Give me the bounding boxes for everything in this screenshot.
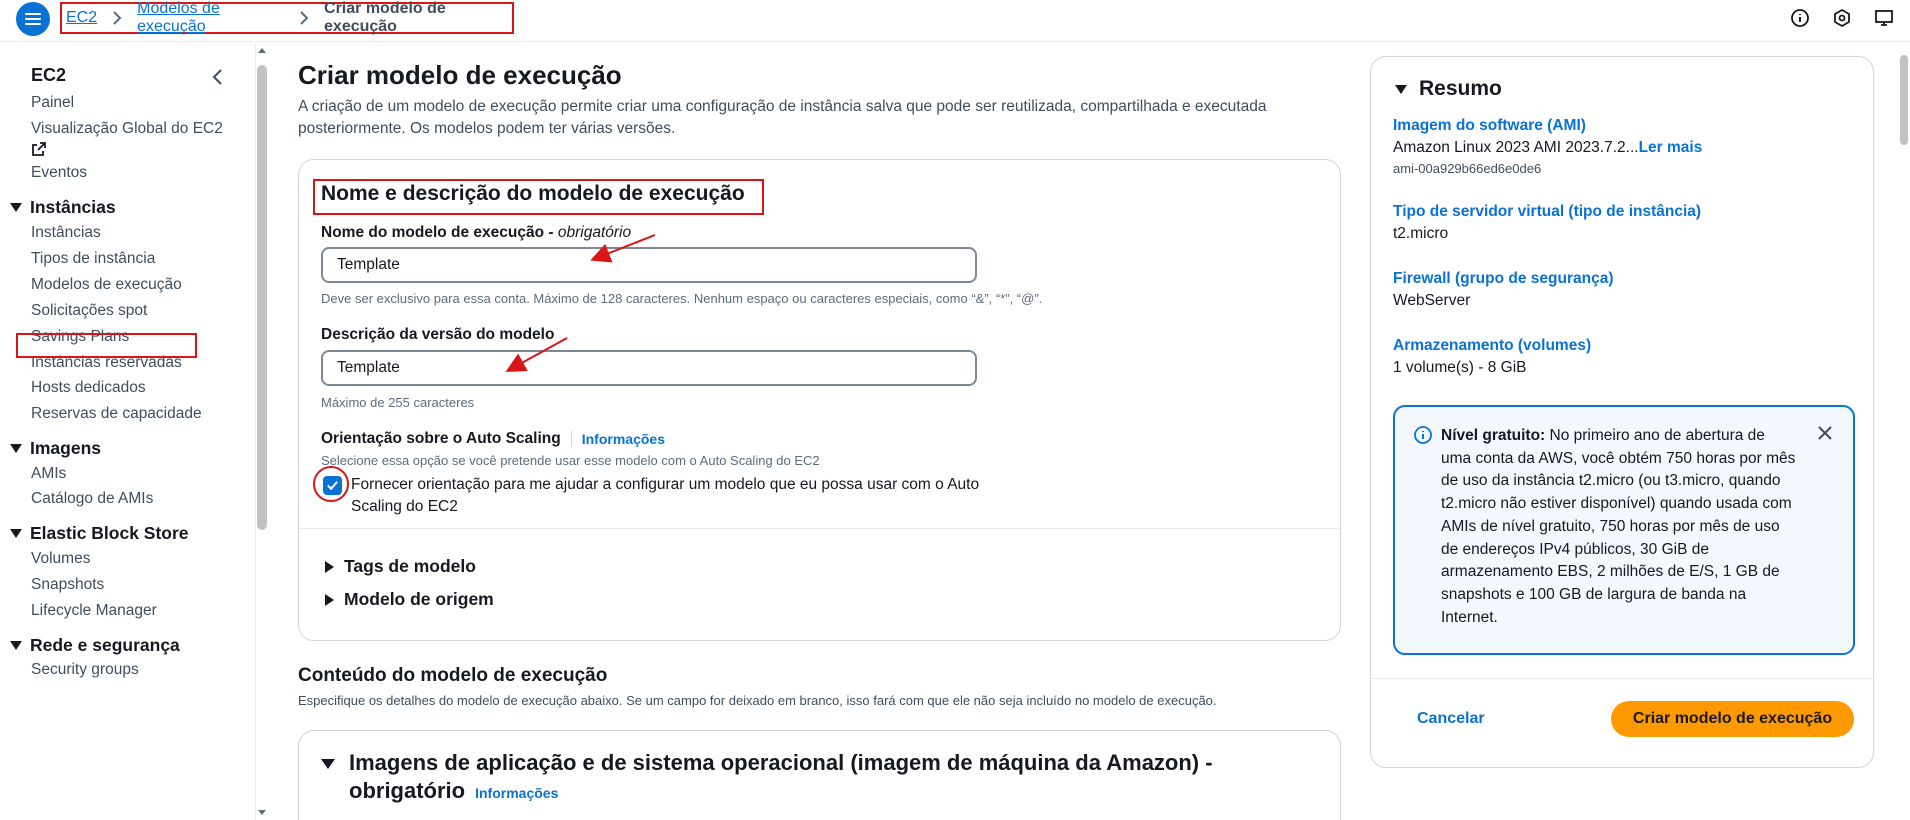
divider bbox=[299, 528, 1342, 529]
settings-icon[interactable] bbox=[1832, 8, 1852, 28]
tags-expander[interactable]: Tags de modelo bbox=[325, 556, 476, 577]
summary-panel: Resumo Imagem do software (AMI) Amazon L… bbox=[1370, 56, 1875, 768]
check-icon bbox=[327, 481, 338, 491]
ami-section-header[interactable]: Imagens de aplicação e de sistema operac… bbox=[321, 749, 1221, 807]
sidebar-item-security-groups[interactable]: Security groups bbox=[31, 661, 139, 679]
summary-instance-type-value: t2.micro bbox=[1393, 225, 1449, 242]
sidebar-item-instancias[interactable]: Instâncias bbox=[31, 224, 101, 242]
info-icon[interactable] bbox=[1790, 8, 1810, 28]
autoscaling-checkbox[interactable] bbox=[323, 476, 342, 495]
sidebar: EC2 Painel Visualização Global do EC2 Ev… bbox=[0, 43, 256, 820]
caret-down-icon bbox=[10, 529, 22, 538]
caret-right-icon bbox=[325, 560, 334, 573]
sidebar-scrollbar[interactable] bbox=[253, 43, 269, 820]
version-description-input[interactable]: Template bbox=[321, 350, 977, 386]
sidebar-item-catalogo-amis[interactable]: Catálogo de AMIs bbox=[31, 490, 153, 508]
ami-info-link[interactable]: Informações bbox=[475, 785, 558, 801]
sidebar-section-ebs[interactable]: Elastic Block Store bbox=[10, 523, 189, 544]
external-link-icon bbox=[31, 141, 47, 162]
top-navigation: EC2 Modelos de execução Criar modelo de … bbox=[0, 0, 1910, 42]
sidebar-item-lifecycle-manager[interactable]: Lifecycle Manager bbox=[31, 602, 157, 620]
annotation-highlight-box bbox=[16, 333, 197, 358]
summary-title[interactable]: Resumo bbox=[1395, 77, 1502, 101]
scrollbar-thumb[interactable] bbox=[1900, 55, 1908, 145]
sidebar-item-global-view[interactable]: Visualização Global do EC2 bbox=[31, 120, 223, 138]
breadcrumb-ec2[interactable]: EC2 bbox=[66, 9, 97, 27]
summary-ami-label[interactable]: Imagem do software (AMI) bbox=[1393, 117, 1586, 135]
read-more-link[interactable]: Ler mais bbox=[1639, 139, 1703, 156]
caret-down-icon bbox=[1395, 84, 1407, 94]
breadcrumb-current: Criar modelo de execução bbox=[324, 0, 446, 35]
sidebar-title: EC2 bbox=[31, 65, 67, 85]
sidebar-item-eventos[interactable]: Eventos bbox=[31, 164, 87, 182]
summary-storage-value: 1 volume(s) - 8 GiB bbox=[1393, 359, 1527, 376]
summary-firewall-label[interactable]: Firewall (grupo de segurança) bbox=[1393, 270, 1614, 288]
page-title: Criar modelo de execução bbox=[298, 60, 622, 90]
template-name-input[interactable]: Template bbox=[321, 247, 977, 283]
autoscaling-info-link[interactable]: Informações bbox=[570, 431, 665, 447]
page-description: A criação de um modelo de execução permi… bbox=[298, 98, 1267, 137]
divider bbox=[1371, 678, 1875, 679]
template-name-hint: Deve ser exclusivo para essa conta. Máxi… bbox=[321, 291, 1043, 306]
sidebar-section-rede-seguranca[interactable]: Rede e segurança bbox=[10, 635, 180, 656]
version-description-hint: Máximo de 255 caracteres bbox=[321, 395, 475, 410]
menu-button[interactable] bbox=[16, 2, 50, 36]
sidebar-item-modelos-execucao[interactable]: Modelos de execução bbox=[31, 276, 182, 294]
main-content: Criar modelo de execução A criação de um… bbox=[270, 43, 1342, 820]
template-name-label: Nome do modelo de execução - obrigatório bbox=[321, 224, 632, 241]
chevron-right-icon bbox=[296, 10, 312, 26]
name-description-card: Nome e descrição do modelo de execução N… bbox=[298, 159, 1342, 641]
caret-down-icon bbox=[10, 203, 22, 212]
card-title: Nome e descrição do modelo de execução bbox=[321, 182, 745, 205]
hamburger-icon bbox=[25, 13, 41, 25]
source-template-expander[interactable]: Modelo de origem bbox=[325, 589, 494, 610]
sidebar-section-imagens[interactable]: Imagens bbox=[10, 438, 101, 459]
summary-instance-type-label[interactable]: Tipo de servidor virtual (tipo de instân… bbox=[1393, 203, 1701, 221]
sidebar-section-instancias[interactable]: Instâncias bbox=[10, 197, 116, 218]
sidebar-item-volumes[interactable]: Volumes bbox=[31, 550, 90, 568]
cancel-button[interactable]: Cancelar bbox=[1417, 710, 1485, 728]
sidebar-item-snapshots[interactable]: Snapshots bbox=[31, 576, 104, 594]
sidebar-item-tipos-instancia[interactable]: Tipos de instância bbox=[31, 250, 155, 268]
breadcrumb-launch-templates[interactable]: Modelos de execução bbox=[137, 0, 284, 36]
free-tier-text: Nível gratuito: No primeiro ano de abert… bbox=[1441, 427, 1796, 626]
autoscaling-hint: Selecione essa opção se você pretende us… bbox=[321, 453, 820, 468]
sidebar-item-solicitacoes-spot[interactable]: Solicitações spot bbox=[31, 302, 147, 320]
sidebar-item-amis[interactable]: AMIs bbox=[31, 465, 66, 483]
close-icon[interactable] bbox=[1815, 423, 1835, 443]
info-icon bbox=[1413, 425, 1433, 445]
scrollbar-thumb[interactable] bbox=[257, 65, 267, 530]
autoscaling-label: Orientação sobre o Auto Scaling Informaçõ… bbox=[321, 430, 665, 447]
caret-down-icon bbox=[321, 759, 335, 769]
summary-storage-label[interactable]: Armazenamento (volumes) bbox=[1393, 337, 1591, 355]
chevron-right-icon bbox=[109, 10, 125, 26]
ami-card: Imagens de aplicação e de sistema operac… bbox=[298, 730, 1341, 820]
content-section-description: Especifique os detalhes do modelo de exe… bbox=[298, 693, 1217, 708]
caret-down-icon bbox=[10, 444, 22, 453]
content-section-title: Conteúdo do modelo de execução bbox=[298, 665, 608, 686]
summary-ami-value: Amazon Linux 2023 AMI 2023.7.2...Ler mai… bbox=[1393, 139, 1703, 156]
sidebar-item-painel[interactable]: Painel bbox=[31, 94, 74, 112]
page-scrollbar[interactable] bbox=[1897, 43, 1910, 820]
summary-firewall-value: WebServer bbox=[1393, 292, 1471, 309]
create-template-button[interactable]: Criar modelo de execução bbox=[1611, 701, 1854, 737]
breadcrumb: EC2 Modelos de execução Criar modelo de … bbox=[60, 0, 514, 36]
sidebar-item-hosts-dedicados[interactable]: Hosts dedicados bbox=[31, 379, 146, 397]
collapse-sidebar-icon[interactable] bbox=[208, 67, 228, 87]
free-tier-alert: Nível gratuito: No primeiro ano de abert… bbox=[1393, 405, 1855, 655]
caret-down-icon bbox=[10, 641, 22, 650]
version-description-label: Descrição da versão do modelo bbox=[321, 326, 555, 343]
autoscaling-checkbox-label[interactable]: Fornecer orientação para me ajudar a con… bbox=[351, 474, 1001, 518]
sidebar-item-reservas-capacidade[interactable]: Reservas de capacidade bbox=[31, 405, 202, 423]
screen-share-icon[interactable] bbox=[1874, 8, 1894, 28]
caret-right-icon bbox=[325, 593, 334, 606]
summary-ami-id: ami-00a929b66ed6e0de6 bbox=[1393, 161, 1542, 176]
